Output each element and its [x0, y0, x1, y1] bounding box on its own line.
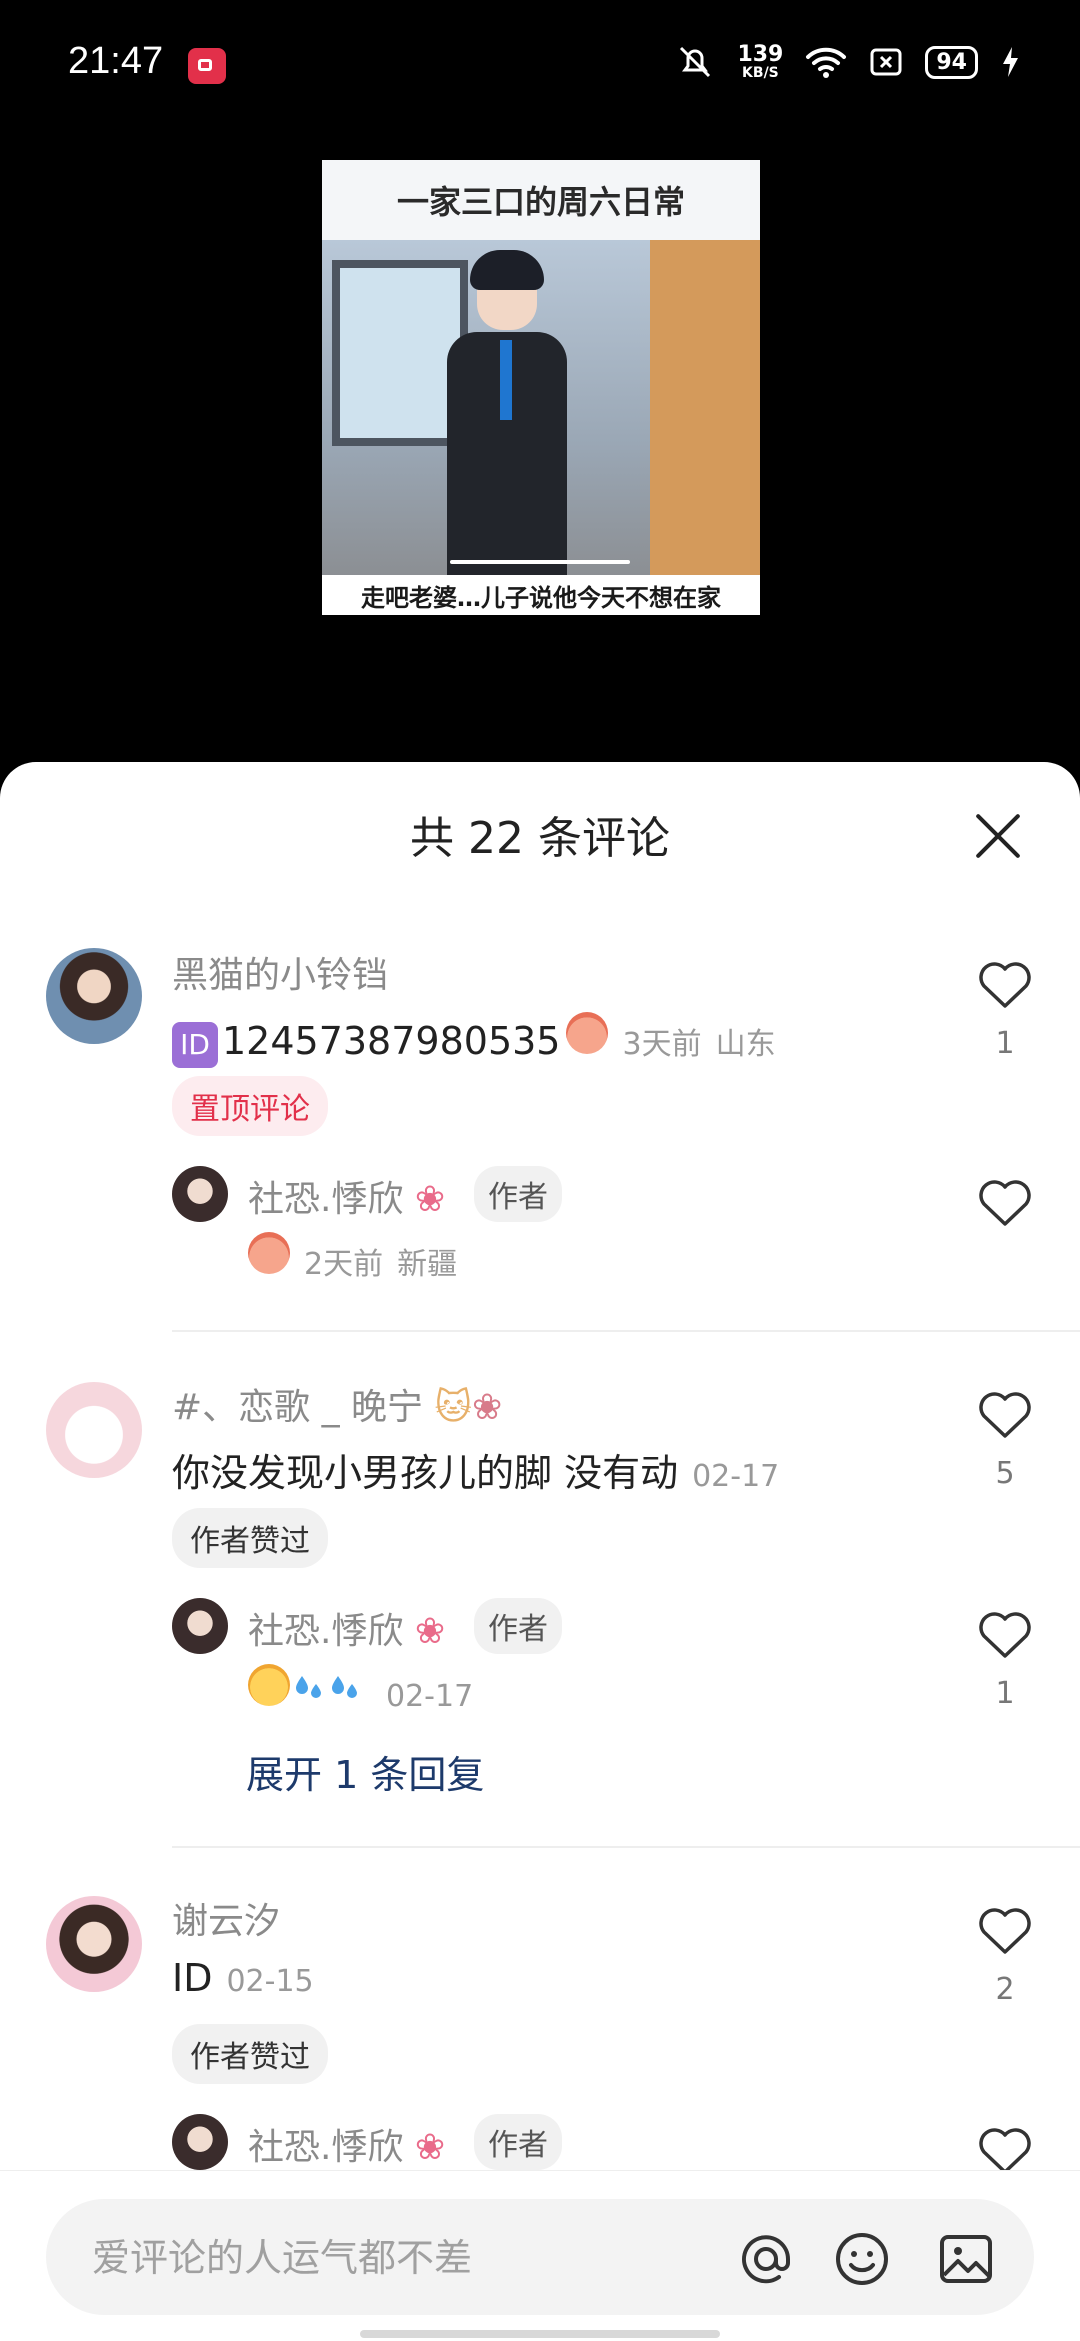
- sweat-drops-icon: [332, 1676, 357, 1698]
- author-liked-badge: 作者赞过: [172, 1508, 328, 1568]
- reply-text: 02-17: [248, 1664, 473, 1714]
- comment-text: ID 12457387980535 3天前 山东: [172, 1012, 776, 1068]
- video-subtitle: 走吧老婆…儿子说他今天不想在家: [322, 575, 760, 615]
- flower-emoji-icon: ❀: [472, 1387, 503, 1428]
- like-count: 5: [995, 1456, 1015, 1491]
- avatar[interactable]: [46, 1896, 142, 1992]
- tulip-emoji-icon: ❀: [414, 2127, 446, 2168]
- sweat-drops-icon: [296, 1676, 321, 1698]
- smile-emoji-icon: [248, 1664, 290, 1706]
- comment-text: 你没发现小男孩儿的脚 没有动 02-17: [172, 1451, 780, 1495]
- comment-username[interactable]: 谢云汐: [172, 1892, 280, 1944]
- video-character: [442, 250, 572, 582]
- like-heart-icon[interactable]: [976, 958, 1034, 1012]
- mute-bell-icon: [680, 46, 711, 78]
- comments-count-title: 共 22 条评论: [410, 813, 670, 864]
- reply-username[interactable]: 社恐.悸欣 ❀: [248, 1170, 445, 1222]
- author-badge: 作者: [474, 1166, 562, 1222]
- comment-location: 山东: [715, 1027, 776, 1062]
- like-heart-icon[interactable]: [976, 1904, 1034, 1958]
- comment-username[interactable]: #、恋歌 _ 晚宁 🐱❀: [172, 1378, 502, 1430]
- divider: [172, 1330, 1080, 1332]
- comments-sheet: 共 22 条评论 黑猫的小铃铛 ID 12457387980535 3天前 山东…: [0, 762, 1080, 2340]
- like-heart-icon[interactable]: [976, 1176, 1034, 1230]
- like-heart-icon[interactable]: [976, 1388, 1034, 1442]
- like-count: 1: [995, 1026, 1015, 1061]
- comment-input-bar: [0, 2170, 1080, 2341]
- emoji-smile-icon[interactable]: [832, 2229, 892, 2289]
- home-indicator[interactable]: [360, 2330, 720, 2338]
- comment-time: 02-17: [692, 1459, 780, 1494]
- author-badge: 作者: [474, 1598, 562, 1654]
- close-icon[interactable]: [964, 802, 1032, 870]
- author-badge: 作者: [474, 2114, 562, 2170]
- peach-emoji-icon: [248, 1232, 290, 1274]
- charging-icon: [1003, 47, 1018, 77]
- video-wood-panel: [650, 240, 760, 580]
- video-progress-bar[interactable]: [450, 560, 630, 564]
- reply-text: 2天前 新疆: [248, 1232, 457, 1283]
- id-badge-icon: ID: [172, 1022, 218, 1068]
- battery-indicator: 94: [925, 45, 978, 79]
- status-bar: 21:47 139 KB/S 94: [0, 0, 1080, 130]
- reply-time: 02-17: [386, 1679, 474, 1714]
- tulip-emoji-icon: ❀: [414, 1179, 446, 1220]
- reply-time: 2天前: [304, 1247, 384, 1282]
- reply-username[interactable]: 社恐.悸欣 ❀: [248, 1602, 445, 1654]
- wifi-icon: [806, 47, 847, 78]
- peach-emoji-icon: [566, 1012, 609, 1054]
- reply-avatar[interactable]: [172, 1166, 228, 1222]
- comment-input[interactable]: [90, 2233, 694, 2283]
- avatar[interactable]: [46, 1382, 142, 1478]
- pinned-badge: 置顶评论: [172, 1076, 328, 1136]
- reply-username[interactable]: 社恐.悸欣 ❀: [248, 2118, 445, 2170]
- divider: [172, 1846, 1080, 1848]
- comment-text: ID 02-15: [172, 1956, 314, 2000]
- cat-emoji-icon: 🐱: [434, 1387, 473, 1428]
- reply-location: 新疆: [397, 1247, 458, 1282]
- expand-replies-link[interactable]: 展开 1 条回复: [246, 1744, 484, 1799]
- sim-icon: [870, 48, 902, 76]
- author-liked-badge: 作者赞过: [172, 2024, 328, 2084]
- screen-record-icon: [188, 48, 226, 84]
- tulip-emoji-icon: ❀: [414, 1611, 446, 1652]
- comment-time: 3天前: [622, 1027, 702, 1062]
- like-count: 1: [995, 1676, 1015, 1711]
- video-player[interactable]: 一家三口的周六日常 走吧老婆…儿子说他今天不想在家: [322, 160, 760, 615]
- reply-avatar[interactable]: [172, 1598, 228, 1654]
- like-heart-icon[interactable]: [976, 1608, 1034, 1662]
- video-title: 一家三口的周六日常: [322, 160, 760, 240]
- status-icons: 139 KB/S 94: [675, 44, 1020, 80]
- reply-avatar[interactable]: [172, 2114, 228, 2170]
- mention-at-icon[interactable]: [736, 2229, 796, 2289]
- avatar[interactable]: [46, 948, 142, 1044]
- net-speed: 139 KB/S: [737, 42, 784, 81]
- comment-input-container[interactable]: [46, 2199, 1034, 2315]
- comment-username[interactable]: 黑猫的小铃铛: [172, 946, 388, 998]
- like-count: 2: [995, 1972, 1015, 2007]
- comment-time: 02-15: [226, 1964, 314, 1999]
- video-scene: [322, 240, 760, 582]
- image-picker-icon[interactable]: [936, 2229, 996, 2289]
- status-time: 21:47: [68, 40, 164, 82]
